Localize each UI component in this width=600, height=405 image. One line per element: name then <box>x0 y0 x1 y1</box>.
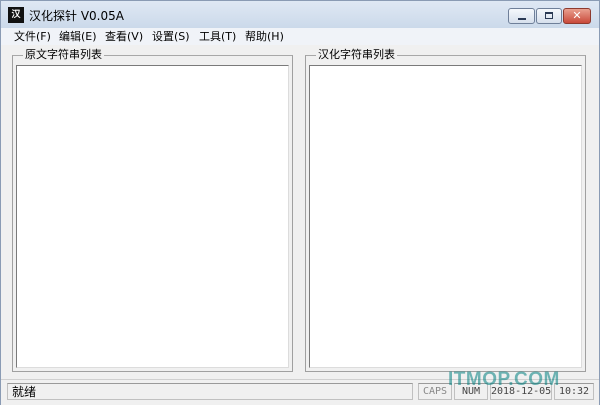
menu-bar: 文件(F) 编辑(E) 查看(V) 设置(S) 工具(T) 帮助(H) <box>1 28 599 45</box>
menu-tools[interactable]: 工具(T) <box>199 29 236 44</box>
menu-view[interactable]: 查看(V) <box>105 29 143 44</box>
status-message: 就绪 <box>7 383 413 400</box>
app-icon: 汉 <box>8 7 24 23</box>
original-strings-label: 原文字符串列表 <box>23 48 104 62</box>
original-strings-group: 原文字符串列表 <box>12 48 293 372</box>
caps-indicator: CAPS <box>418 383 452 400</box>
translated-strings-group: 汉化字符串列表 <box>305 48 586 372</box>
close-icon: ✕ <box>572 9 582 22</box>
original-strings-list[interactable] <box>16 65 289 368</box>
window-title: 汉化探针 V0.05A <box>29 9 124 23</box>
minimize-icon <box>518 18 526 20</box>
site-watermark: ITMOP.COM <box>448 369 560 390</box>
menu-file[interactable]: 文件(F) <box>14 29 51 44</box>
translated-strings-list[interactable] <box>309 65 582 368</box>
menu-edit[interactable]: 编辑(E) <box>59 29 97 44</box>
close-button[interactable]: ✕ <box>563 8 591 24</box>
menu-settings[interactable]: 设置(S) <box>152 29 190 44</box>
content-area: 原文字符串列表 汉化字符串列表 <box>1 45 599 379</box>
main-window: 汉 汉化探针 V0.05A ✕ 文件(F) 编辑(E) 查看(V) 设置(S) … <box>0 0 600 405</box>
maximize-button[interactable] <box>536 8 562 24</box>
title-bar[interactable]: 汉 汉化探针 V0.05A ✕ <box>1 1 599 28</box>
maximize-icon <box>545 12 553 19</box>
menu-help[interactable]: 帮助(H) <box>245 29 284 44</box>
minimize-button[interactable] <box>508 8 535 24</box>
status-time: 10:32 <box>554 383 594 400</box>
translated-strings-label: 汉化字符串列表 <box>316 48 397 62</box>
